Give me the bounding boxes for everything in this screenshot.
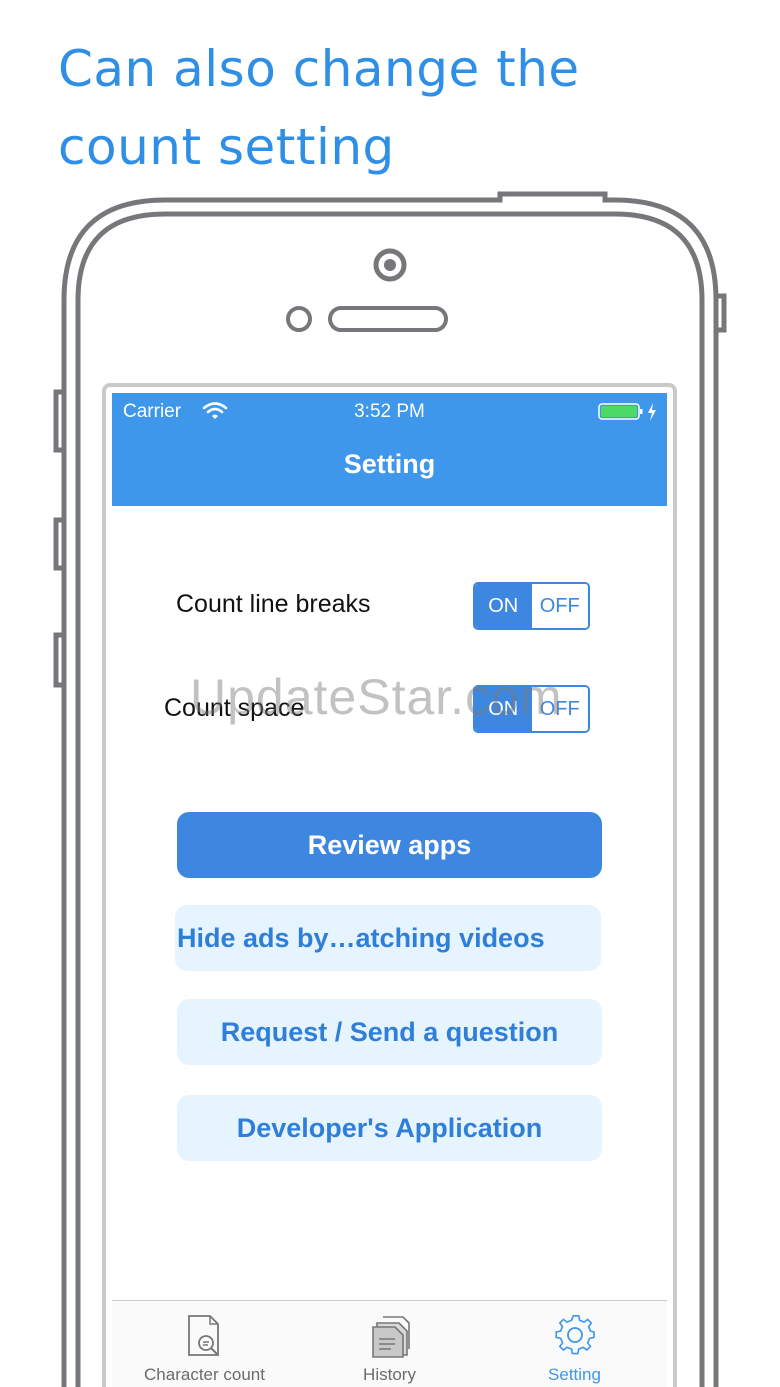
app-screen: Carrier 3:52 PM Setting Count line break…: [112, 393, 667, 1387]
navigation-bar: Carrier 3:52 PM Setting: [112, 393, 667, 506]
tab-bar: Character count History Setting: [112, 1300, 667, 1387]
tab-label-history: History: [363, 1365, 416, 1384]
tab-history[interactable]: History: [297, 1301, 482, 1387]
count-line-breaks-label: Count line breaks: [176, 590, 371, 618]
count-space-label: Count space: [164, 694, 305, 722]
request-question-button[interactable]: Request / Send a question: [177, 999, 602, 1065]
gear-icon: [554, 1313, 596, 1361]
count-line-breaks-toggle[interactable]: ON OFF: [473, 582, 590, 630]
count-space-toggle[interactable]: ON OFF: [473, 685, 590, 733]
status-time: 3:52 PM: [354, 401, 425, 422]
battery-charging-icon: [598, 402, 660, 426]
tab-character-count[interactable]: Character count: [112, 1301, 297, 1387]
count-line-breaks-off[interactable]: OFF: [531, 584, 588, 628]
count-space-off[interactable]: OFF: [531, 687, 588, 731]
review-apps-button[interactable]: Review apps: [177, 812, 602, 878]
count-line-breaks-on[interactable]: ON: [475, 584, 532, 628]
tab-label-setting: Setting: [548, 1365, 601, 1384]
hide-ads-button[interactable]: Hide ads by…atching videos: [175, 905, 601, 971]
page-title: Setting: [343, 449, 436, 479]
count-space-on[interactable]: ON: [475, 687, 532, 731]
tab-setting[interactable]: Setting: [482, 1301, 667, 1387]
developer-application-button[interactable]: Developer's Application: [177, 1095, 602, 1161]
stacked-documents-icon: [369, 1313, 413, 1363]
earpiece-speaker: [328, 306, 448, 332]
document-search-icon: [184, 1313, 224, 1363]
tab-label-character-count: Character count: [144, 1365, 265, 1384]
proximity-sensor: [286, 306, 312, 332]
